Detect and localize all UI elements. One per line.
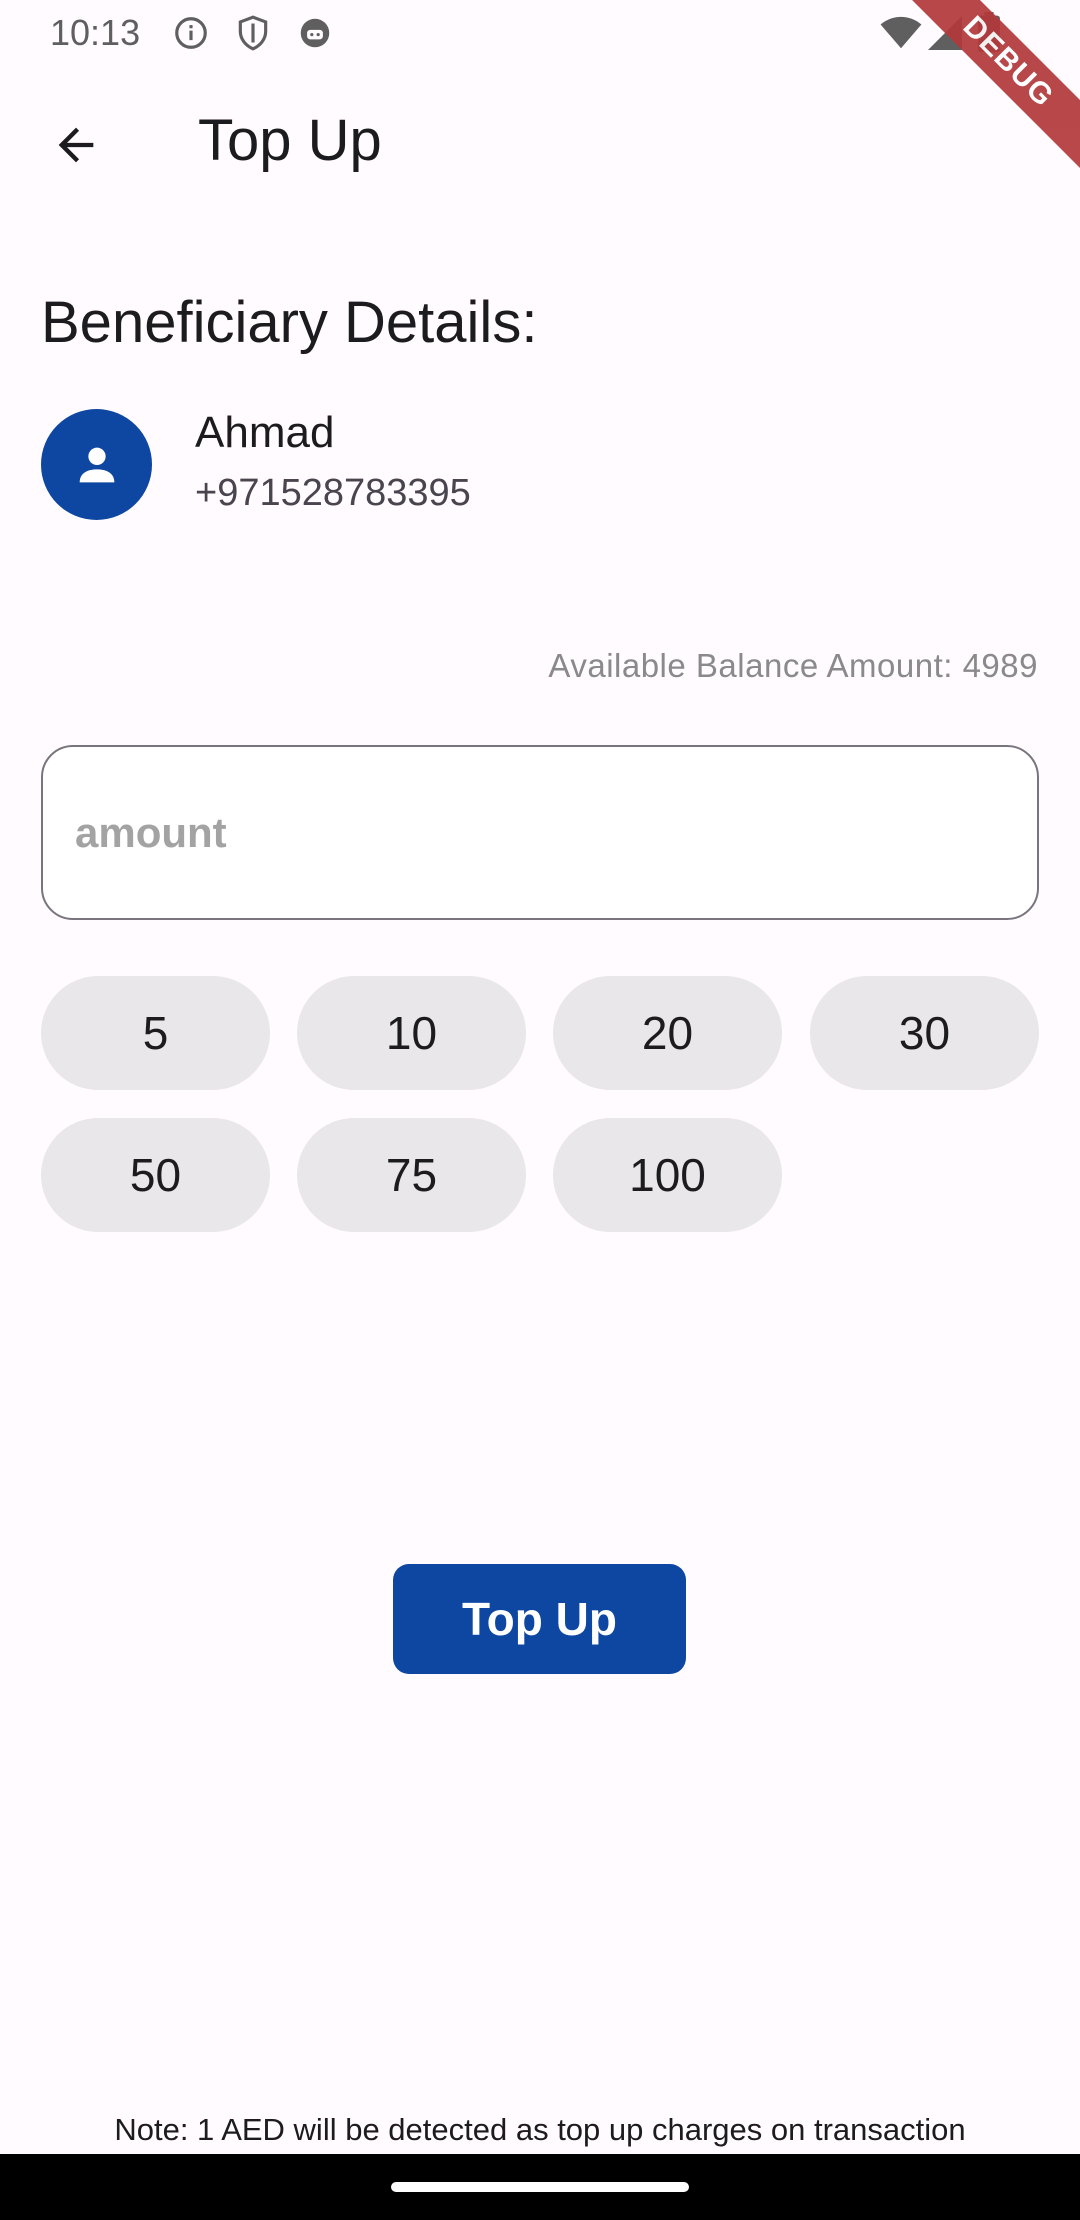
home-indicator[interactable] — [391, 2182, 689, 2192]
amount-chip-20[interactable]: 20 — [553, 976, 782, 1090]
amount-chip-30[interactable]: 30 — [810, 976, 1039, 1090]
wifi-icon — [880, 16, 922, 50]
amount-input[interactable] — [41, 745, 1039, 920]
system-navigation-bar — [0, 2154, 1080, 2220]
amount-chip-5[interactable]: 5 — [41, 976, 270, 1090]
status-bar: 10:13 — [0, 0, 1080, 66]
avatar — [41, 409, 152, 520]
amount-chip-50[interactable]: 50 — [41, 1118, 270, 1232]
amount-chip-10[interactable]: 10 — [297, 976, 526, 1090]
top-up-button[interactable]: Top Up — [393, 1564, 686, 1674]
battery-icon — [978, 12, 1000, 52]
beneficiary-section-title: Beneficiary Details: — [41, 290, 538, 355]
status-time: 10:13 — [50, 12, 141, 53]
person-icon — [79, 447, 114, 482]
available-balance: Available Balance Amount: 4989 — [548, 647, 1038, 684]
page-title: Top Up — [198, 108, 382, 173]
info-icon — [172, 14, 210, 52]
android-icon — [296, 14, 334, 52]
amount-chip-100[interactable]: 100 — [553, 1118, 782, 1232]
beneficiary-name: Ahmad — [195, 408, 335, 457]
beneficiary-phone: +971528783395 — [195, 472, 471, 514]
app-bar: Top Up — [0, 66, 1080, 220]
back-button[interactable] — [36, 105, 116, 185]
amount-chip-75[interactable]: 75 — [297, 1118, 526, 1232]
arrow-back-icon — [58, 127, 94, 163]
signal-icon — [928, 16, 962, 50]
charges-note: Note: 1 AED will be detected as top up c… — [114, 2112, 966, 2147]
shield-icon — [234, 14, 272, 52]
